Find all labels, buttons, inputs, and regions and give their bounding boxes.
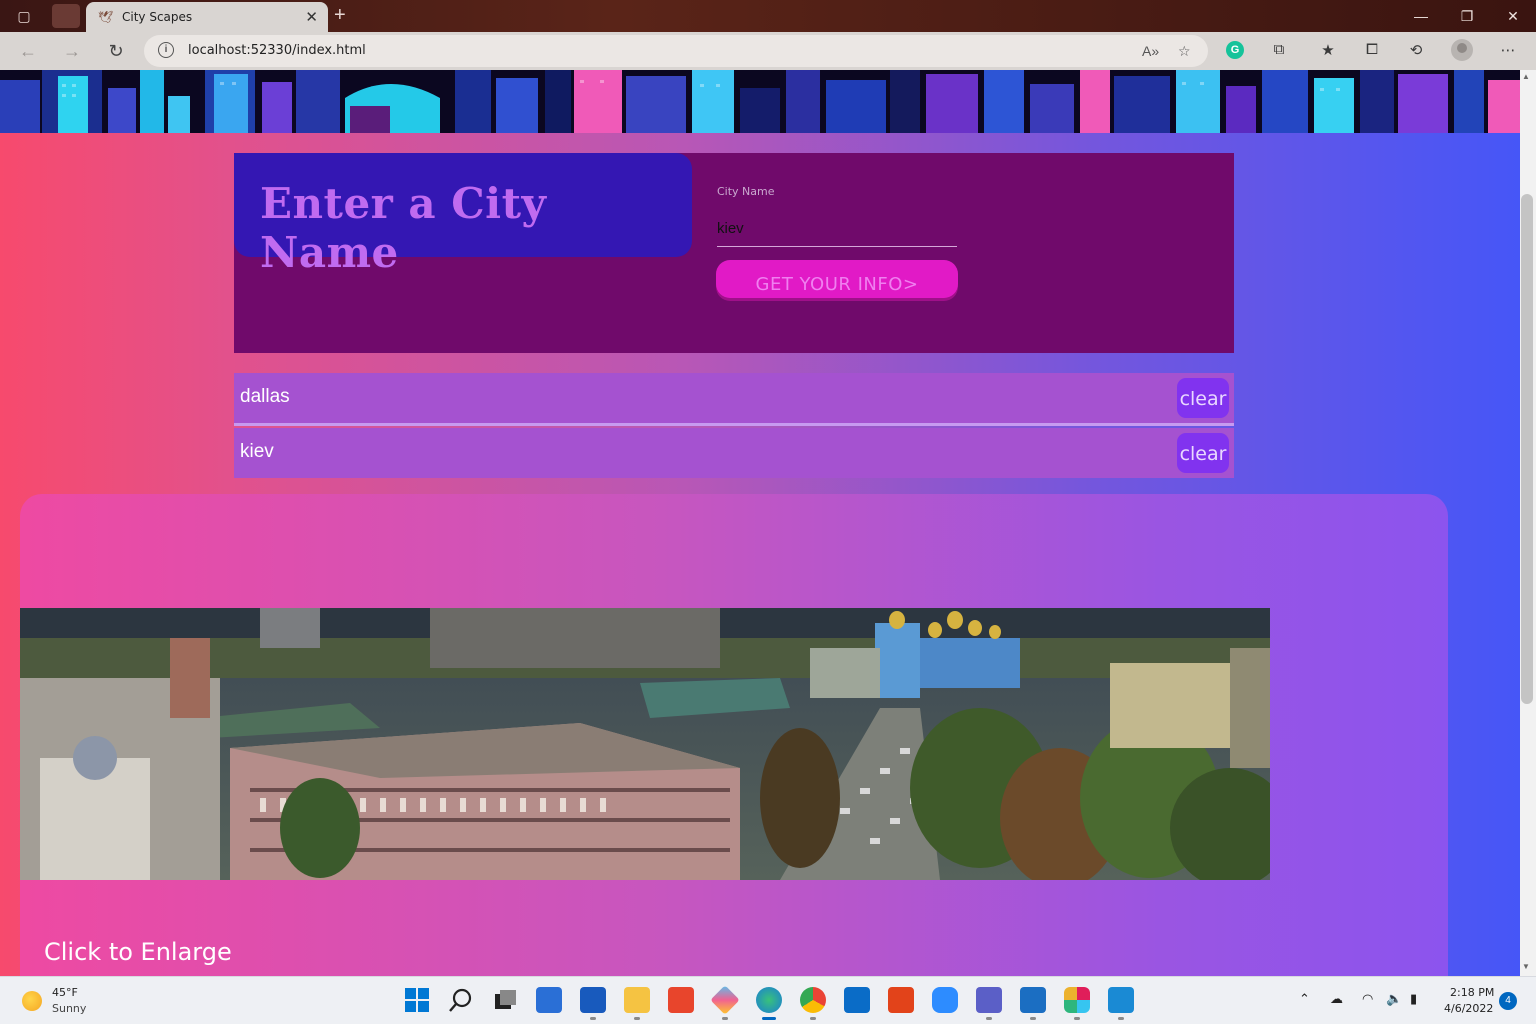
onedrive-icon[interactable]: ☁	[1330, 991, 1343, 1007]
close-tab-icon[interactable]: ✕	[305, 8, 318, 26]
wifi-icon[interactable]: ◠	[1362, 991, 1373, 1007]
chrome-running-indicator	[810, 1017, 816, 1020]
vscode-icon[interactable]	[1108, 987, 1134, 1013]
tab-city-scapes[interactable]: 🕊 City Scapes ✕	[86, 2, 328, 32]
page-title: Enter a City Name	[260, 179, 547, 277]
edge-browser-icon[interactable]	[756, 987, 782, 1013]
file-explorer-icon[interactable]	[624, 987, 650, 1013]
city-photo[interactable]	[20, 608, 1270, 880]
city-skyline-banner	[0, 70, 1520, 133]
battery-icon[interactable]: ▮	[1410, 991, 1417, 1007]
get-info-button[interactable]: GET YOUR INFO>	[716, 260, 958, 298]
more-menu-icon[interactable]: ⋯	[1497, 41, 1519, 61]
photos-running-indicator	[1030, 1017, 1036, 1020]
close-window-icon[interactable]: ✕	[1490, 4, 1536, 28]
volume-icon[interactable]: 🔈	[1386, 991, 1402, 1007]
extensions-icon[interactable]: ⧉	[1268, 41, 1290, 61]
url-text[interactable]: localhost:52330/index.html	[188, 43, 366, 58]
word-icon[interactable]	[580, 987, 606, 1013]
back-icon[interactable]: ←	[16, 39, 40, 63]
word-running-indicator	[590, 1017, 596, 1020]
slack-icon[interactable]	[1064, 987, 1090, 1013]
browser-toolbar: ← → ↻ i localhost:52330/index.html A» ☆ …	[0, 32, 1536, 70]
history-icon[interactable]: ⟲	[1405, 41, 1427, 61]
history-divider	[234, 423, 1234, 426]
app-running-indicator	[722, 1017, 728, 1020]
pinned-tab-icon[interactable]	[52, 4, 80, 28]
refresh-icon[interactable]: ↻	[104, 39, 128, 63]
history-city-name[interactable]: kiev	[240, 441, 274, 463]
new-tab-icon[interactable]: +	[334, 4, 346, 27]
windows-taskbar: 45°F Sunny ⌃ ☁ ◠ 🔈 ▮ 2:18 PM 4/6/2022 4	[0, 976, 1536, 1024]
click-to-enlarge-link[interactable]: Click to Enlarge	[44, 938, 232, 966]
clock-date[interactable]: 4/6/2022	[1444, 1002, 1493, 1015]
sun-weather-icon[interactable]	[22, 991, 42, 1011]
zoom-icon[interactable]	[932, 987, 958, 1013]
photos-icon[interactable]	[1020, 987, 1046, 1013]
history-row[interactable]: kiev clear	[234, 428, 1234, 478]
chevron-up-icon[interactable]: ⌃	[1299, 991, 1310, 1007]
scrollbar-thumb[interactable]	[1521, 194, 1533, 704]
collections-icon[interactable]: ⧠	[1361, 41, 1383, 61]
office-icon[interactable]	[888, 987, 914, 1013]
vscode-running-indicator	[1118, 1017, 1124, 1020]
weather-condition[interactable]: Sunny	[52, 1002, 86, 1015]
screen-recorder-icon[interactable]	[668, 987, 694, 1013]
browser-title-bar: ▢ 🕊 City Scapes ✕ + — ❐ ✕	[0, 0, 1536, 32]
start-icon[interactable]	[404, 987, 430, 1013]
city-result-card: Click to Enlarge	[20, 494, 1448, 976]
bird-favicon-icon: 🕊	[98, 10, 114, 24]
mail-icon[interactable]	[844, 987, 870, 1013]
tab-actions-icon[interactable]: ▢	[10, 4, 38, 28]
kiev-cityscape-image[interactable]	[20, 608, 1270, 880]
favorites-icon[interactable]: ★	[1317, 41, 1339, 61]
history-city-name[interactable]: dallas	[240, 386, 290, 408]
search-history-list: dallas clear kiev clear	[234, 373, 1234, 483]
notification-badge[interactable]: 4	[1499, 992, 1517, 1010]
address-bar[interactable]: i localhost:52330/index.html A» ☆	[144, 35, 1208, 67]
slack-running-indicator	[1074, 1017, 1080, 1020]
site-info-icon[interactable]: i	[158, 42, 174, 58]
weather-temperature[interactable]: 45°F	[52, 986, 78, 999]
skyline-illustration	[0, 70, 1520, 133]
profile-avatar[interactable]	[1451, 39, 1473, 61]
clear-button[interactable]: clear	[1177, 433, 1229, 473]
restore-icon[interactable]: ❐	[1444, 4, 1490, 28]
teams-icon[interactable]	[976, 987, 1002, 1013]
chrome-icon[interactable]	[800, 987, 826, 1013]
scroll-up-icon[interactable]: ▲	[1522, 72, 1530, 81]
history-row[interactable]: dallas clear	[234, 373, 1234, 423]
task-view-icon[interactable]	[492, 987, 518, 1013]
read-aloud-icon[interactable]: A»	[1142, 43, 1159, 59]
add-favorite-icon[interactable]: ☆	[1178, 43, 1191, 60]
gitkraken-icon[interactable]	[710, 985, 740, 1015]
store-icon[interactable]	[536, 987, 562, 1013]
city-name-label: City Name	[717, 185, 775, 198]
clear-button[interactable]: clear	[1177, 378, 1229, 418]
heading-box: Enter a City Name	[234, 153, 692, 277]
edge-active-indicator	[762, 1017, 776, 1020]
forward-icon[interactable]: →	[60, 39, 84, 63]
city-search-panel: Enter a City Name City Name GET YOUR INF…	[234, 153, 1234, 353]
tab-title: City Scapes	[122, 10, 193, 24]
page-viewport: Enter a City Name City Name GET YOUR INF…	[0, 70, 1520, 976]
scroll-down-icon[interactable]: ▼	[1522, 962, 1530, 971]
search-icon[interactable]	[448, 987, 474, 1013]
teams-running-indicator	[986, 1017, 992, 1020]
explorer-running-indicator	[634, 1017, 640, 1020]
grammarly-extension-icon[interactable]: G	[1226, 41, 1244, 59]
clock-time[interactable]: 2:18 PM	[1450, 986, 1494, 999]
minimize-icon[interactable]: —	[1398, 4, 1444, 28]
city-name-input[interactable]	[717, 211, 957, 247]
